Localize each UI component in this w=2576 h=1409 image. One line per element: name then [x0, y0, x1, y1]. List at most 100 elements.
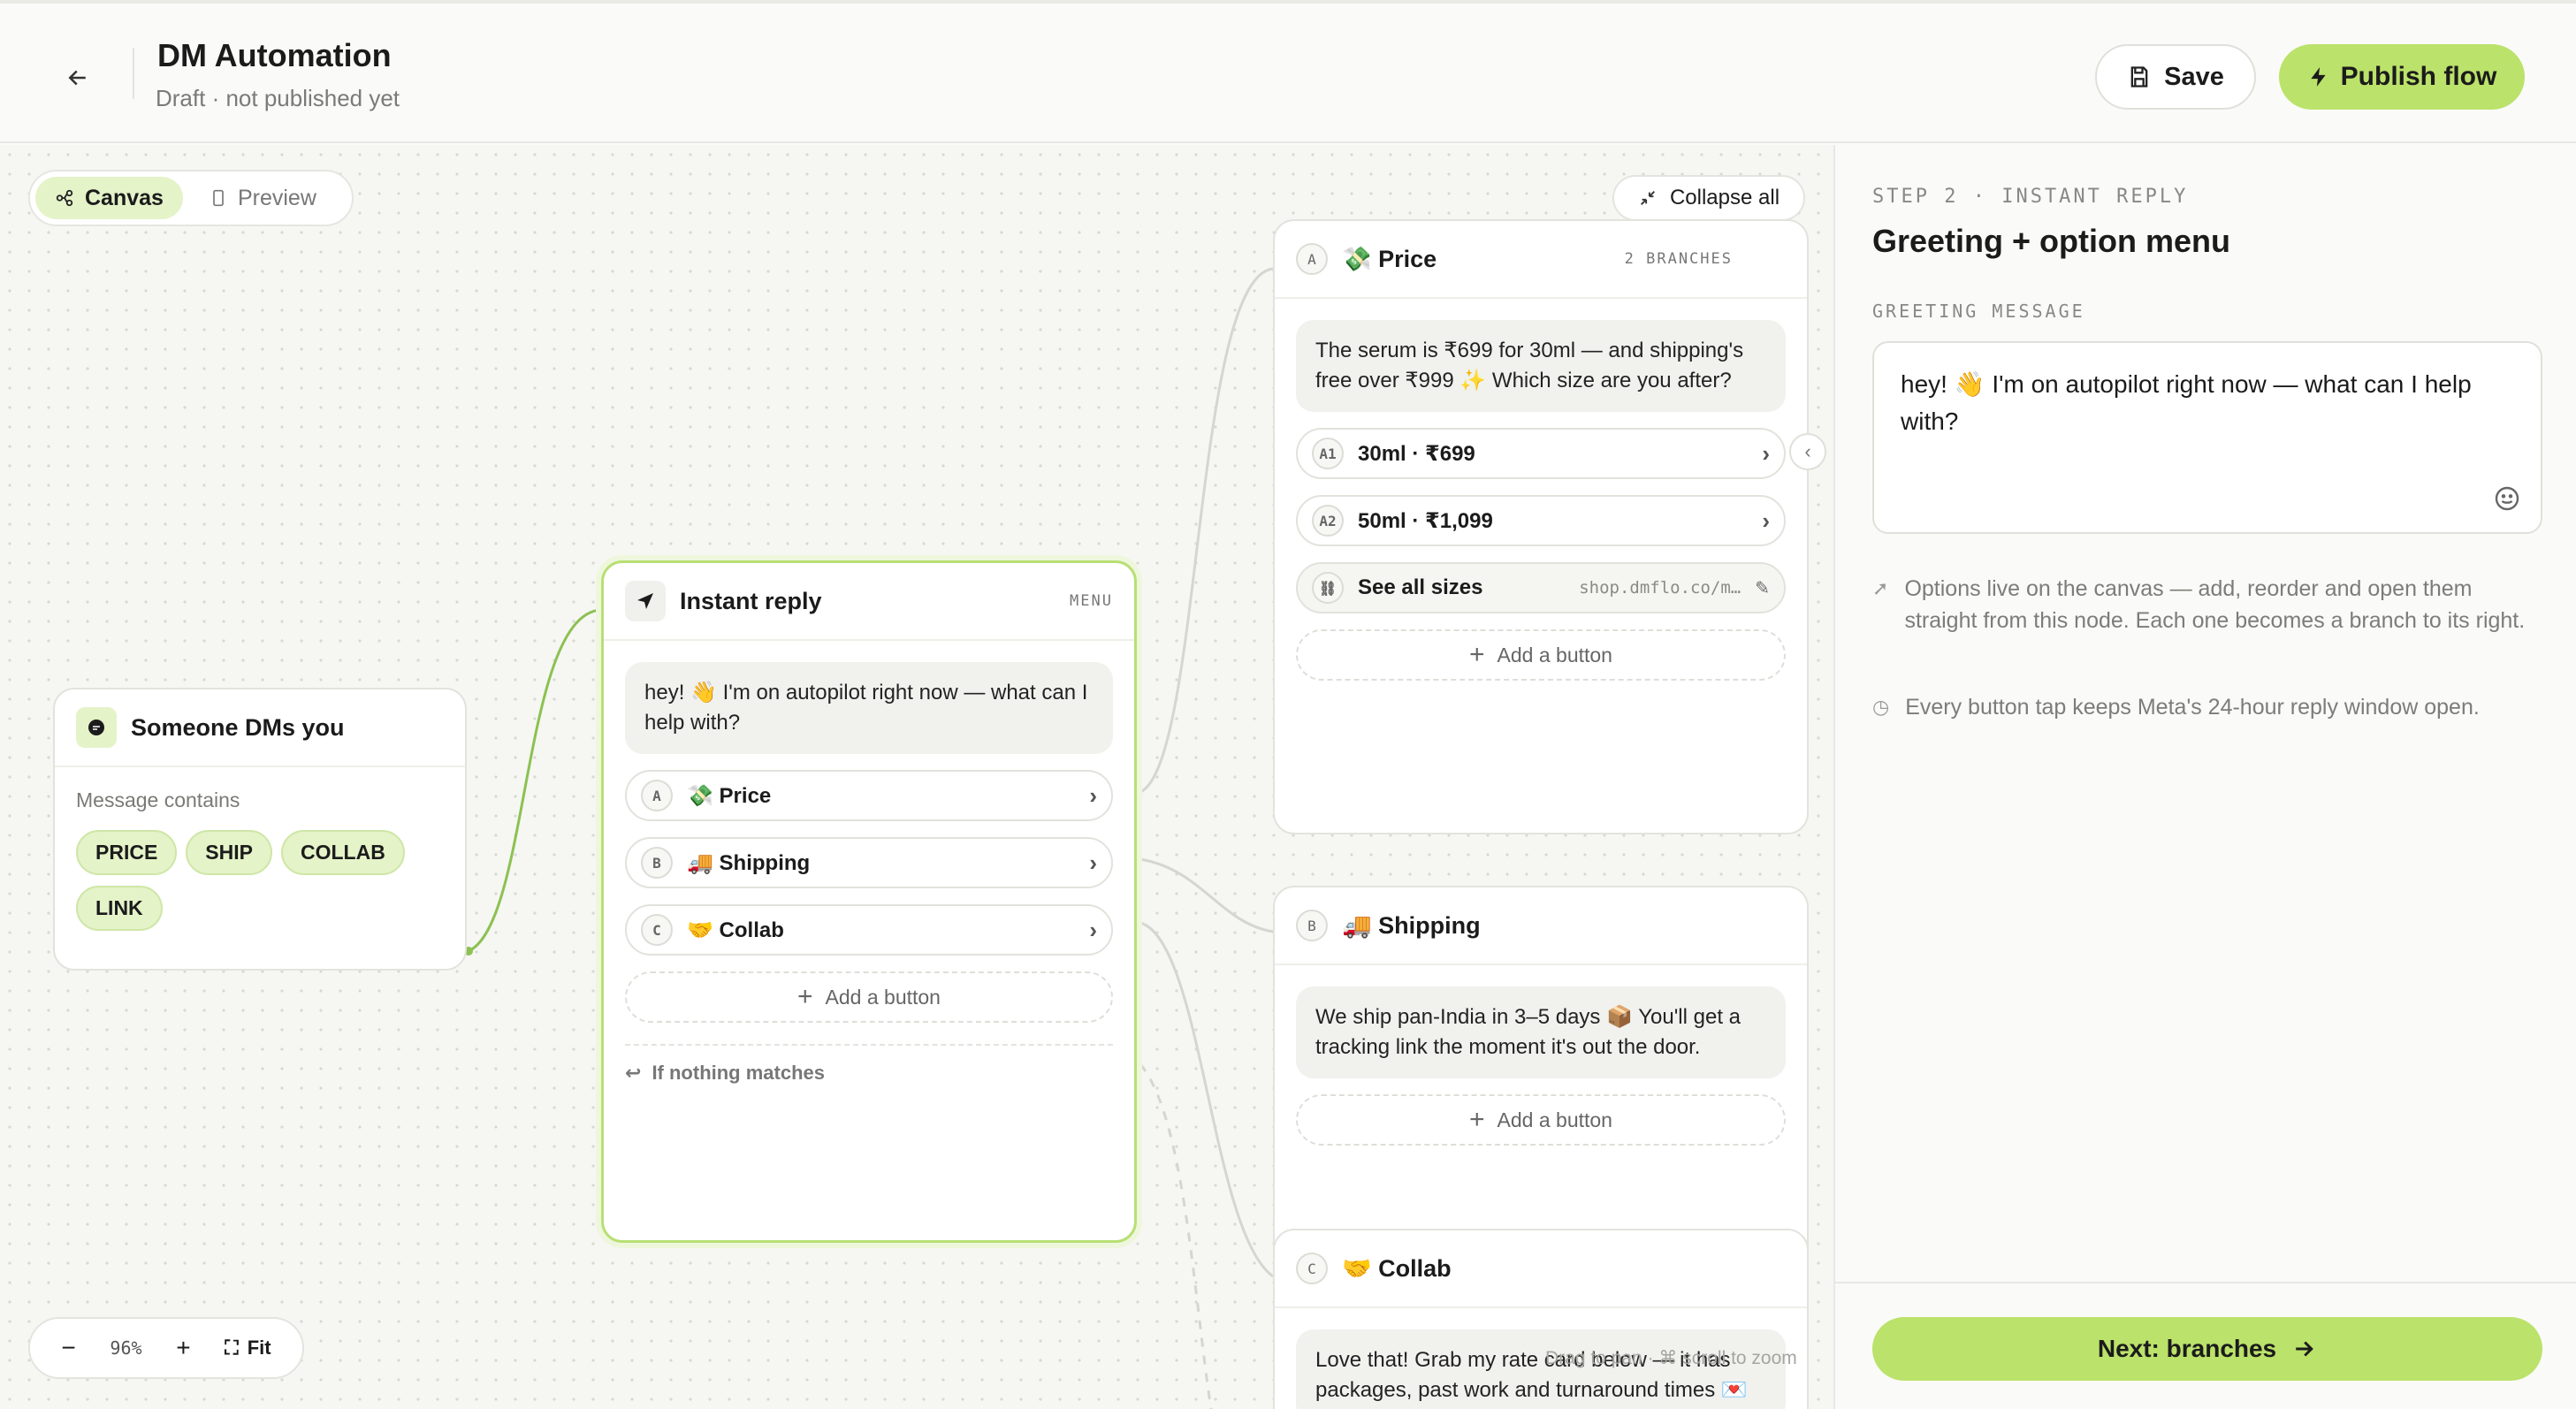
zoom-controls: − 96% + ⛶ Fit: [28, 1317, 304, 1379]
keyword-chip[interactable]: SHIP: [186, 830, 272, 875]
flow-canvas[interactable]: Canvas Preview Collapse all Someone DMs …: [0, 145, 1833, 1409]
keyword-chips: PRICE SHIP COLLAB LINK: [76, 830, 438, 941]
option-letter: B: [641, 847, 673, 879]
inspector-panel: STEP 2 · INSTANT REPLY Greeting + option…: [1833, 145, 2576, 1409]
collapse-all-button[interactable]: Collapse all: [1612, 175, 1805, 221]
publish-label: Publish flow: [2340, 62, 2497, 91]
chevron-right-icon: ›: [1762, 506, 1770, 534]
chevron-right-icon: ›: [1762, 439, 1770, 467]
price-node[interactable]: A 💸 Price 2 BRANCHES The serum is ₹699 f…: [1273, 219, 1809, 834]
header-divider: [133, 48, 134, 99]
arrow-right-icon: [2296, 1341, 2314, 1357]
node-letter: C: [1296, 1253, 1328, 1284]
keyword-chip[interactable]: LINK: [76, 886, 163, 931]
note-options-text: Options live on the canvas — add, reorde…: [1904, 576, 2526, 633]
next-branches-button[interactable]: Next: branches: [1872, 1317, 2542, 1381]
chevron-right-icon: ›: [1089, 781, 1097, 809]
fallback-row[interactable]: ↩ If nothing matches: [625, 1044, 1113, 1085]
phone-icon: [213, 189, 224, 207]
plus-icon: +: [797, 982, 813, 1011]
return-icon: ↩: [625, 1062, 642, 1084]
chevron-right-icon: ›: [1089, 916, 1097, 943]
bolt-icon: [2310, 67, 2326, 87]
keyword-chip[interactable]: COLLAB: [280, 830, 405, 875]
option-label: 🚚 Shipping: [687, 850, 811, 875]
collapse-icon: [1640, 191, 1655, 205]
collapse-label: Collapse all: [1669, 186, 1780, 209]
option-label: 💸 Price: [687, 783, 772, 808]
page-title: DM Automation: [157, 37, 392, 73]
top-header: DM Automation Draft · not published yet …: [0, 0, 2576, 143]
shipping-title: 🚚 Shipping: [1342, 912, 1481, 939]
greeting-input[interactable]: hey! 👋 I'm on autopilot right now — what…: [1872, 341, 2542, 534]
fallback-label: If nothing matches: [652, 1062, 825, 1084]
greeting-text: hey! 👋 I'm on autopilot right now — what…: [1901, 370, 2472, 435]
add-button[interactable]: + Add a button: [1296, 629, 1786, 681]
option-letter: A: [641, 780, 673, 811]
zoom-out-button[interactable]: −: [61, 1334, 75, 1362]
chevron-right-icon: ›: [1089, 849, 1097, 876]
link-icon: ⛓: [1312, 572, 1344, 604]
cursor-icon: ➚: [1872, 577, 1889, 599]
emoji-icon[interactable]: [2493, 484, 2521, 513]
trigger-node[interactable]: Someone DMs you Message contains PRICE SH…: [53, 688, 467, 971]
condition-label: Message contains: [76, 788, 240, 811]
reply-tag: MENU: [1070, 592, 1113, 610]
option-letter: A1: [1312, 438, 1344, 469]
instant-reply-node[interactable]: Instant reply MENU hey! 👋 I'm on autopil…: [601, 560, 1137, 1243]
shipping-message: We ship pan-India in 3–5 days 📦 You'll g…: [1296, 986, 1786, 1078]
tab-preview[interactable]: Preview: [190, 177, 336, 219]
publish-flow-button[interactable]: Publish flow: [2279, 44, 2525, 110]
add-button[interactable]: + Add a button: [1296, 1094, 1786, 1146]
option-letter: C: [641, 914, 673, 946]
collab-node[interactable]: C 🤝 Collab Love that! Grab my rate card …: [1273, 1229, 1809, 1409]
greeting-label: GREETING MESSAGE: [1872, 301, 2085, 322]
zoom-level: 96%: [110, 1337, 142, 1359]
zoom-in-button[interactable]: +: [176, 1334, 190, 1362]
save-icon: [2130, 66, 2148, 88]
pencil-icon[interactable]: ✎: [1755, 577, 1770, 599]
branches-tag: 2 BRANCHES: [1624, 250, 1733, 268]
option-letter: A2: [1312, 505, 1344, 537]
option-shipping[interactable]: B 🚚 Shipping ›: [625, 837, 1113, 888]
step-label: STEP 2 · INSTANT REPLY: [1872, 186, 2189, 208]
canvas-hint: Drag to pan · ⌘ scroll to zoom: [1545, 1348, 1797, 1368]
price-message: The serum is ₹699 for 30ml — and shippin…: [1296, 320, 1786, 412]
collab-message: Love that! Grab my rate card below — it …: [1296, 1329, 1786, 1409]
option-label: 🤝 Collab: [687, 918, 784, 942]
node-letter: A: [1296, 243, 1328, 275]
back-button[interactable]: [57, 57, 99, 99]
chevron-left-icon[interactable]: ‹: [1789, 433, 1826, 470]
keyword-chip[interactable]: PRICE: [76, 830, 178, 875]
add-label: Add a button: [1497, 1108, 1612, 1131]
tab-canvas[interactable]: Canvas: [35, 177, 183, 219]
trigger-title: Someone DMs you: [131, 713, 345, 741]
save-button[interactable]: Save: [2095, 44, 2256, 110]
add-button[interactable]: + Add a button: [625, 971, 1113, 1023]
reply-message: hey! 👋 I'm on autopilot right now — what…: [625, 662, 1113, 754]
link-label: See all sizes: [1358, 575, 1483, 599]
fit-button[interactable]: ⛶ Fit: [225, 1337, 271, 1359]
nodes-icon: [56, 189, 73, 207]
option-label: 30ml · ₹699: [1358, 441, 1475, 466]
note-window-text: Every button tap keeps Meta's 24-hour re…: [1905, 695, 2480, 720]
option-30ml[interactable]: A1 30ml · ₹699 ›: [1296, 428, 1786, 479]
option-collab[interactable]: C 🤝 Collab ›: [625, 904, 1113, 956]
panel-footer: Next: branches: [1835, 1282, 2576, 1409]
view-toggle: Canvas Preview: [28, 170, 354, 226]
option-price[interactable]: A 💸 Price ›: [625, 770, 1113, 821]
panel-title: Greeting + option menu: [1872, 223, 2231, 259]
chat-icon: [76, 707, 117, 748]
tab-canvas-label: Canvas: [85, 185, 164, 210]
plus-icon: +: [1469, 640, 1485, 669]
save-label: Save: [2164, 62, 2224, 91]
option-label: 50ml · ₹1,099: [1358, 508, 1493, 533]
link-button[interactable]: ⛓ See all sizes shop.dmflo.co/m… ✎: [1296, 562, 1786, 613]
plus-icon: +: [1469, 1105, 1485, 1134]
clock-icon: ◷: [1872, 696, 1890, 718]
option-50ml[interactable]: A2 50ml · ₹1,099 ›: [1296, 495, 1786, 546]
fit-icon: ⛶: [225, 1337, 239, 1359]
link-url: shop.dmflo.co/m…: [1579, 578, 1741, 598]
arrow-left-icon: [68, 70, 86, 86]
add-label: Add a button: [1497, 643, 1612, 666]
